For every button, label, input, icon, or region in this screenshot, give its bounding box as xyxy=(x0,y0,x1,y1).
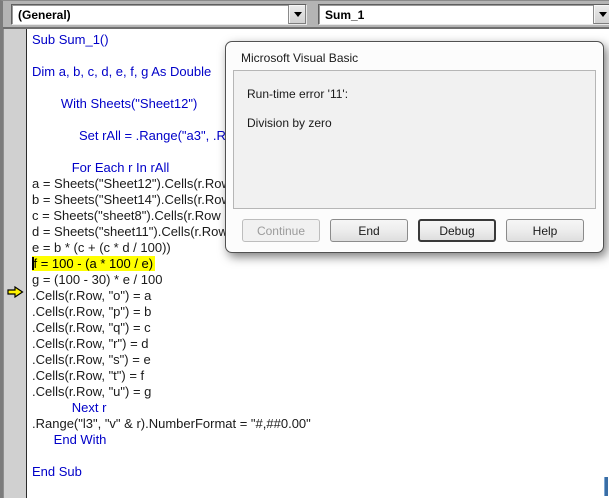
procedure-dropdown-value: Sum_1 xyxy=(319,8,593,22)
code-line: .Cells(r.Row, "s") = e xyxy=(32,352,609,368)
dropdown-arrow-icon[interactable] xyxy=(593,5,609,24)
help-button[interactable]: Help xyxy=(506,219,584,242)
error-dialog: Microsoft Visual Basic Run-time error '1… xyxy=(225,41,604,253)
vba-editor-window: (General) Sum_1 Sub Sum_1() Dim a, b, c,… xyxy=(0,0,609,498)
dialog-button-row: Continue End Debug Help xyxy=(242,219,584,242)
procedure-dropdown[interactable]: Sum_1 xyxy=(318,4,609,25)
code-line: Next r xyxy=(32,400,609,416)
code-window-header: (General) Sum_1 xyxy=(3,1,609,29)
object-dropdown-value: (General) xyxy=(12,8,288,22)
current-statement-line: f = 100 - (a * 100 / e) xyxy=(32,256,609,272)
background-window-edge xyxy=(604,477,608,496)
dialog-title: Microsoft Visual Basic xyxy=(226,42,603,65)
object-dropdown[interactable]: (General) xyxy=(11,4,307,25)
error-code-text: Run-time error '11': xyxy=(247,87,595,101)
dropdown-arrow-icon[interactable] xyxy=(288,5,306,24)
end-button[interactable]: End xyxy=(330,219,408,242)
continue-button[interactable]: Continue xyxy=(242,219,320,242)
triangle-down-glyph xyxy=(599,12,607,17)
code-line: .Cells(r.Row, "p") = b xyxy=(32,304,609,320)
code-line: g = (100 - 30) * e / 100 xyxy=(32,272,609,288)
code-line: .Cells(r.Row, "o") = a xyxy=(32,288,609,304)
triangle-down-glyph xyxy=(294,12,302,17)
code-line: End With xyxy=(32,432,609,448)
text-cursor xyxy=(32,257,34,270)
code-line: .Cells(r.Row, "t") = f xyxy=(32,368,609,384)
code-line: End Sub xyxy=(32,464,609,480)
code-line: .Cells(r.Row, "u") = g xyxy=(32,384,609,400)
margin-indicator-bar[interactable] xyxy=(3,29,27,498)
execution-arrow-icon xyxy=(7,286,24,298)
code-line xyxy=(32,448,609,464)
code-line: .Cells(r.Row, "r") = d xyxy=(32,336,609,352)
code-line: .Range("l3", "v" & r).NumberFormat = "#,… xyxy=(32,416,609,432)
debug-button[interactable]: Debug xyxy=(418,219,496,242)
code-line: .Cells(r.Row, "q") = c xyxy=(32,320,609,336)
error-description-text: Division by zero xyxy=(247,116,595,130)
error-message-panel: Run-time error '11': Division by zero xyxy=(233,70,596,209)
